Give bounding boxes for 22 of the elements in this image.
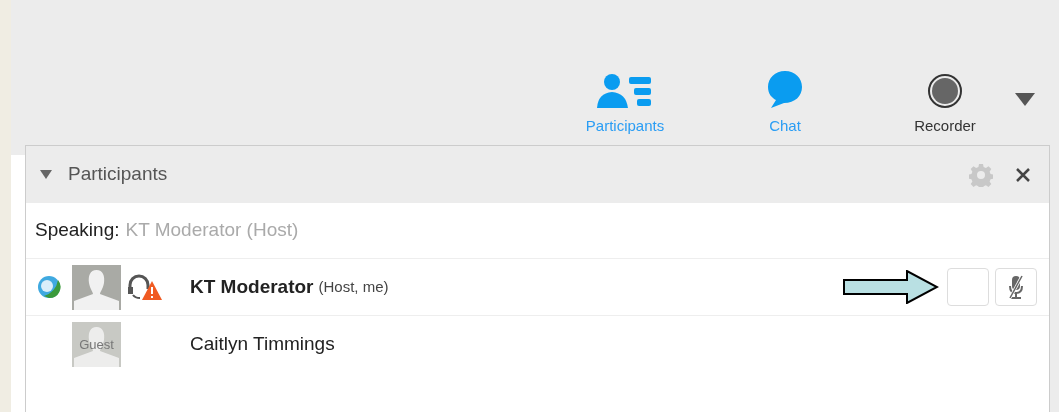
mute-button[interactable] <box>995 268 1037 306</box>
close-icon[interactable] <box>1015 166 1031 183</box>
participant-name: KT Moderator <box>190 274 314 299</box>
collapse-caret-icon[interactable] <box>40 169 52 180</box>
participant-name: Caitlyn Timmings <box>190 332 335 357</box>
muted-microphone-icon <box>1007 274 1025 300</box>
participants-icon <box>596 72 654 109</box>
panel-title: Participants <box>68 162 168 187</box>
speaking-label: Speaking: <box>35 218 120 243</box>
headset-warning-icon <box>127 273 163 301</box>
toolbar-tab[interactable]: Recorder <box>865 72 1025 137</box>
participant-role: (Host, me) <box>318 276 389 297</box>
record-icon <box>927 72 963 109</box>
status-icon <box>36 274 62 300</box>
avatar <box>72 264 121 310</box>
avatar-label: Guest <box>79 335 114 354</box>
speaking-name: KT Moderator (Host) <box>125 218 299 243</box>
avatar <box>72 322 121 367</box>
toolbar-tab[interactable]: Participants <box>545 72 705 137</box>
speech-bubble-icon <box>767 68 803 109</box>
dropdown-caret-icon[interactable] <box>1015 93 1035 107</box>
toolbar-tab[interactable]: Chat <box>705 68 865 137</box>
